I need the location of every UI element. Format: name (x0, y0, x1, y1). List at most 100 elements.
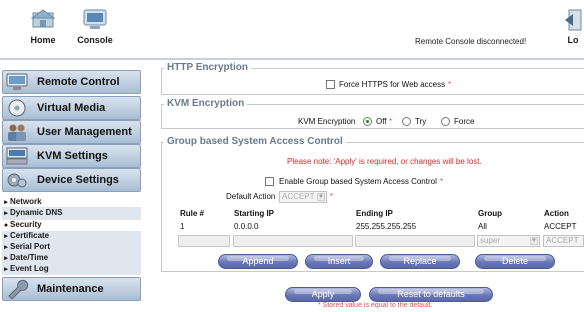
force-https-label: Force HTTPS for Web access (339, 80, 446, 89)
chevron-down-icon: ▼ (530, 237, 538, 245)
console-status-text: Remote Console disconnected! (415, 37, 527, 46)
column-header-rule: Rule # (180, 209, 205, 218)
kvm-encryption-section: KVM Encryption (161, 98, 584, 129)
kvm-option-off-label: Off (376, 117, 387, 126)
bullet-icon: ▸ (4, 266, 8, 273)
new-action-select[interactable]: ACCEPT (543, 235, 584, 247)
starting-ip-cell: 0.0.0.0 (234, 222, 259, 231)
default-action-label: Default Action (226, 192, 276, 201)
default-marker: * (389, 117, 393, 126)
sidebar-subitem-label: Security (10, 220, 42, 229)
console-label: Console (77, 35, 113, 45)
section-title: KVM Encryption (164, 98, 248, 109)
group-cell: All (478, 222, 487, 231)
sidebar-subitem-label: Certificate (10, 231, 50, 240)
sidebar-item-label: Virtual Media (37, 102, 106, 114)
logout-label: Lo (567, 35, 579, 45)
kvm-encryption-try-radio[interactable] (402, 117, 411, 126)
sidebar-subitem-label: Dynamic DNS (10, 208, 63, 217)
home-button[interactable]: Home (16, 8, 70, 45)
bullet-icon: ● (3, 222, 9, 229)
keyboard-icon (6, 147, 28, 165)
section-title: HTTP Encryption (164, 62, 251, 73)
delete-button[interactable]: Delete (475, 254, 555, 269)
home-label: Home (30, 35, 56, 45)
bullet-icon: ▸ (4, 244, 8, 251)
default-value-note: * Stored value is equal to the default. (318, 302, 433, 309)
sidebar-item-device-settings[interactable]: Device Settings (2, 168, 141, 192)
sidebar-subitem-serial-port[interactable]: ▸ Serial Port (2, 242, 141, 253)
ending-ip-cell: 255.255.255.255 (356, 222, 417, 231)
replace-button[interactable]: Replace (380, 254, 460, 269)
logout-button[interactable]: Lo (558, 8, 584, 45)
bullet-icon: ▸ (4, 255, 8, 262)
console-icon (83, 9, 107, 29)
kvm-encryption-off-radio[interactable] (363, 117, 372, 126)
new-group-select[interactable]: super ▼ (477, 235, 540, 247)
append-button[interactable]: Append (218, 254, 298, 269)
console-button[interactable]: Console (68, 8, 122, 45)
device-settings-icon (7, 173, 27, 188)
sidebar-item-label: Remote Control (37, 76, 120, 88)
default-marker: * (330, 192, 334, 201)
sidebar-item-user-management[interactable]: User Management (2, 120, 141, 144)
column-header-starting-ip: Starting IP (234, 209, 275, 218)
column-header-action: Action (544, 209, 569, 218)
insert-button[interactable]: Insert (305, 254, 373, 269)
sidebar-subitem-label: Date/Time (10, 253, 49, 262)
new-group-value: super (480, 236, 501, 245)
rule-number-cell: 1 (180, 222, 185, 231)
disc-icon (8, 99, 26, 117)
sidebar-subitem-label: Event Log (10, 264, 49, 273)
bullet-icon: ▸ (4, 210, 8, 217)
apply-button[interactable]: Apply (285, 287, 361, 302)
kvm-encryption-label: KVM Encryption (298, 117, 356, 126)
wrench-icon (8, 279, 29, 299)
sidebar-subitem-certificate[interactable]: ▸ Certificate (2, 231, 141, 242)
sidebar-item-maintenance[interactable]: Maintenance (2, 277, 141, 301)
kvm-option-try-label: Try (415, 117, 427, 126)
sidebar-subitem-dynamic-dns[interactable]: ▸ Dynamic DNS (2, 208, 141, 219)
column-header-group: Group (478, 209, 502, 218)
new-starting-ip-input[interactable] (233, 235, 353, 247)
kvm-encryption-force-radio[interactable] (441, 117, 450, 126)
sidebar: Remote Control Virtual Media User Manage… (0, 60, 148, 312)
users-icon (8, 124, 26, 141)
action-cell: ACCEPT (544, 222, 577, 231)
force-https-checkbox[interactable] (326, 80, 335, 89)
enable-group-access-checkbox[interactable] (265, 177, 274, 186)
sidebar-item-remote-control[interactable]: Remote Control (2, 70, 141, 94)
new-action-value: ACCEPT (546, 236, 579, 245)
sidebar-subitem-security[interactable]: ● Security (2, 220, 141, 231)
sidebar-item-label: Maintenance (37, 283, 104, 295)
reset-to-defaults-button[interactable]: Reset to defaults (369, 287, 493, 302)
sidebar-item-label: KVM Settings (37, 150, 108, 162)
bullet-icon: ▸ (4, 199, 8, 206)
home-icon (30, 9, 56, 28)
new-ending-ip-input[interactable] (355, 235, 475, 247)
column-header-ending-ip: Ending IP (356, 209, 393, 218)
sidebar-subitem-event-log[interactable]: ▸ Event Log (2, 264, 141, 275)
top-toolbar: Home Console Remote Console disconnected… (0, 0, 584, 58)
sidebar-subitem-label: Serial Port (10, 242, 51, 251)
new-rule-number-input[interactable] (178, 235, 230, 247)
sidebar-item-virtual-media[interactable]: Virtual Media (2, 96, 141, 120)
logout-icon (565, 9, 582, 31)
section-title: Group based System Access Control (164, 136, 346, 147)
chevron-down-icon: ▼ (317, 193, 325, 201)
bullet-icon: ▸ (4, 233, 8, 240)
enable-group-access-label: Enable Group based System Access Control (279, 177, 437, 186)
sidebar-item-kvm-settings[interactable]: KVM Settings (2, 144, 141, 168)
default-marker: * (448, 80, 452, 89)
default-action-value: ACCEPT (282, 192, 315, 201)
apply-warning-note: Please note: 'Apply' is required, or cha… (287, 157, 482, 166)
sidebar-item-label: User Management (37, 126, 132, 138)
sidebar-subitem-network[interactable]: ▸ Network (2, 197, 141, 208)
default-action-select[interactable]: ACCEPT ▼ (279, 191, 327, 203)
sidebar-subitem-label: Network (10, 197, 42, 206)
sidebar-item-label: Device Settings (37, 174, 119, 186)
sidebar-subitem-date-time[interactable]: ▸ Date/Time (2, 253, 141, 264)
kvm-option-force-label: Force (454, 117, 475, 126)
default-marker: * (440, 177, 444, 186)
monitor-icon (6, 73, 28, 90)
